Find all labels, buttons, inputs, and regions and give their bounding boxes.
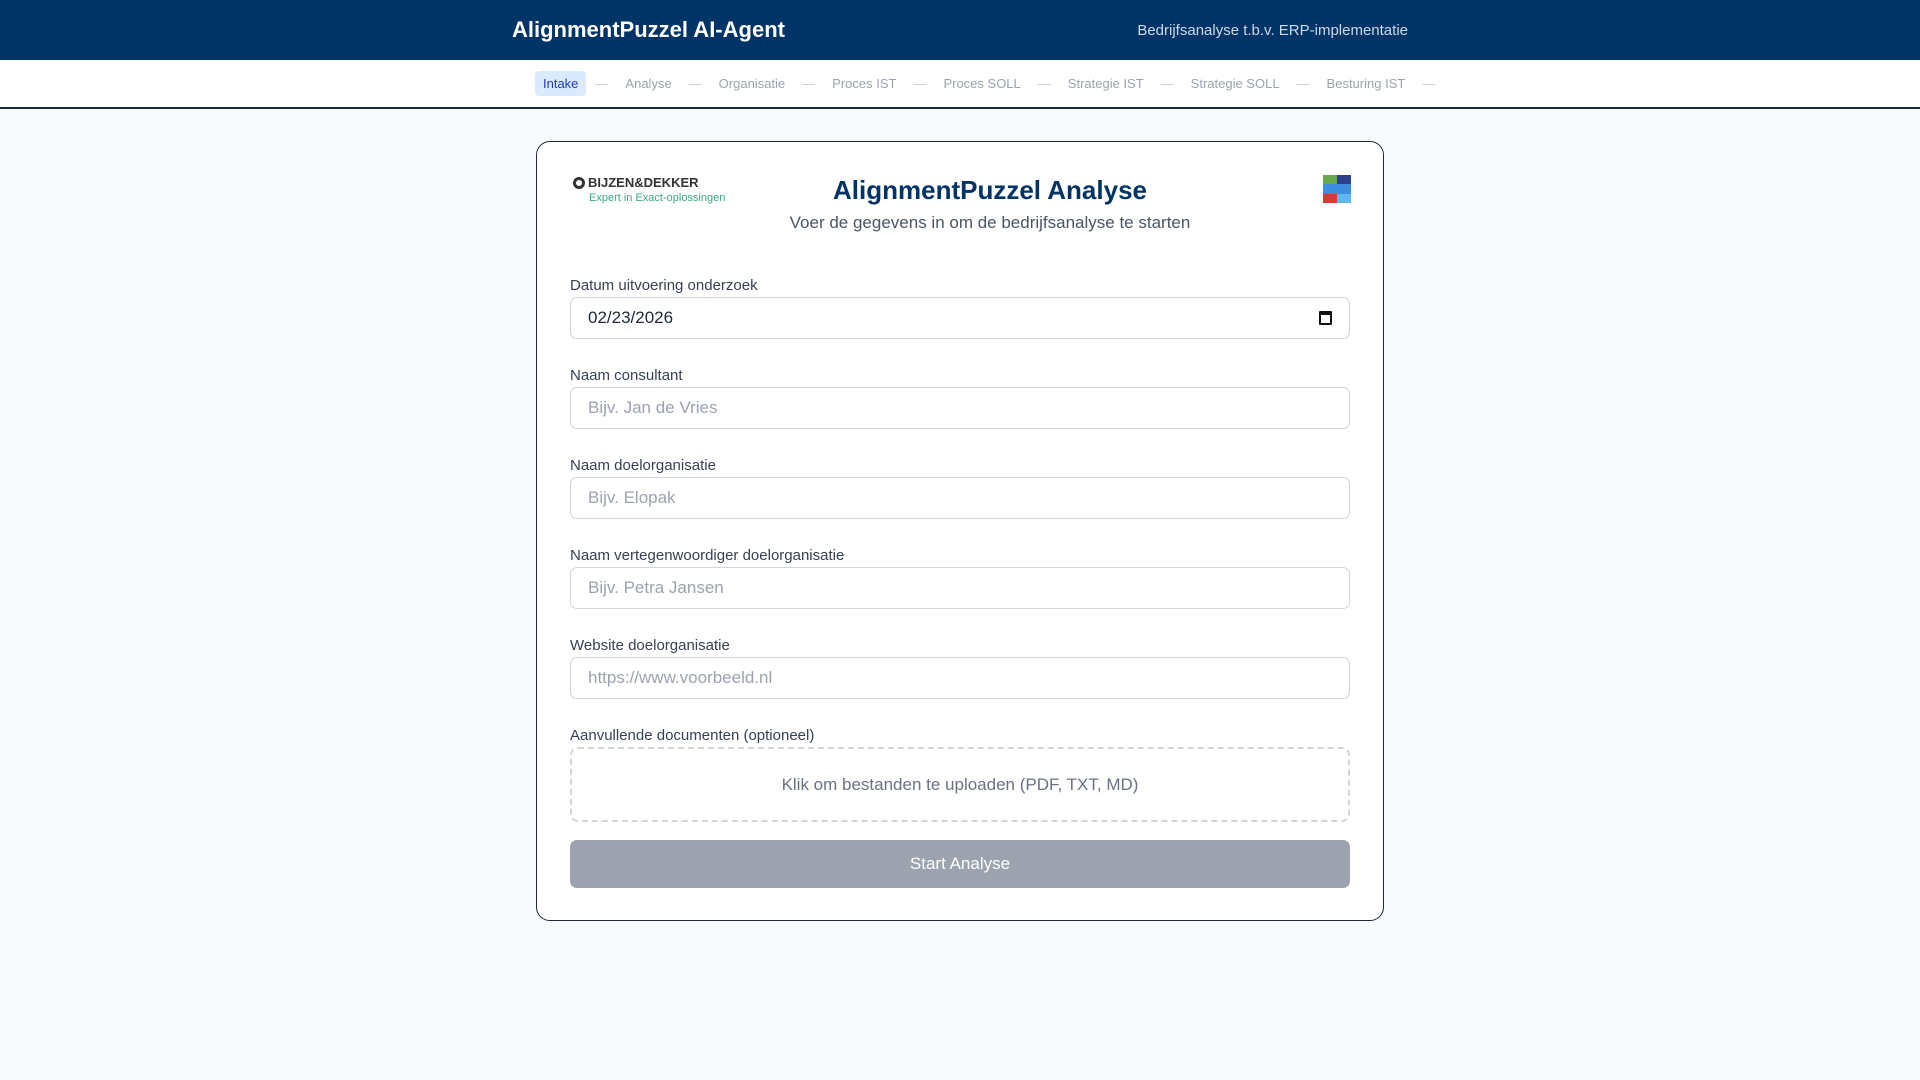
calendar-icon[interactable] — [1319, 311, 1332, 325]
file-upload-dropzone[interactable]: Klik om bestanden te uploaden (PDF, TXT,… — [570, 747, 1350, 822]
step-separator: — — [802, 76, 816, 91]
step-proces-soll[interactable]: Proces SOLL — [935, 71, 1028, 96]
step-analyse[interactable]: Analyse — [617, 71, 679, 96]
consultant-label: Naam consultant — [570, 367, 683, 384]
organisation-field: Naam doelorganisatie Bijv. Elopak — [570, 457, 1350, 519]
app-title: AlignmentPuzzel AI-Agent — [512, 17, 785, 42]
step-strategie-soll[interactable]: Strategie SOLL — [1183, 71, 1288, 96]
website-field: Website doelorganisatie https://www.voor… — [570, 637, 1350, 699]
step-separator: — — [1422, 76, 1436, 91]
organisation-input[interactable]: Bijv. Elopak — [570, 477, 1350, 519]
representative-label: Naam vertegenwoordiger doelorganisatie — [570, 547, 845, 564]
progress-stepper: Intake — Analyse — Organisatie — Proces IST… — [0, 60, 1920, 109]
step-separator: — — [1160, 76, 1174, 91]
step-intake[interactable]: Intake — [535, 71, 587, 96]
website-label: Website doelorganisatie — [570, 637, 730, 654]
representative-input[interactable]: Bijv. Petra Jansen — [570, 567, 1350, 609]
step-separator: — — [688, 76, 702, 91]
consultant-input[interactable]: Bijv. Jan de Vries — [570, 387, 1350, 429]
upload-field: Aanvullende documenten (optioneel) Klik … — [570, 727, 1350, 822]
app-header: AlignmentPuzzel AI-Agent Bedrijfsanalyse… — [0, 0, 1920, 60]
date-input[interactable]: 02/23/2026 — [570, 297, 1350, 339]
representative-field: Naam vertegenwoordiger doelorganisatie B… — [570, 547, 1350, 609]
date-label: Datum uitvoering onderzoek — [570, 277, 758, 294]
step-separator: — — [1296, 76, 1310, 91]
step-separator: — — [913, 76, 927, 91]
step-strategie-ist[interactable]: Strategie IST — [1060, 71, 1152, 96]
form-title: AlignmentPuzzel Analyse — [833, 175, 1147, 205]
step-separator: — — [1037, 76, 1051, 91]
date-field: Datum uitvoering onderzoek 02/23/2026 — [570, 277, 1350, 339]
step-besturing-ist[interactable]: Besturing IST — [1319, 71, 1414, 96]
form-subtitle: Voer de gegevens in om de bedrijfsanalys… — [789, 213, 1191, 232]
puzzle-icon — [1323, 175, 1351, 203]
date-value: 02/23/2026 — [588, 308, 674, 327]
start-analyse-button[interactable]: Start Analyse — [570, 840, 1350, 888]
intake-form-card: BIJZEN&DEKKER Expert in Exact-oplossinge… — [536, 141, 1384, 921]
app-subtitle: Bedrijfsanalyse t.b.v. ERP-implementatie — [1137, 21, 1408, 39]
website-input[interactable]: https://www.voorbeeld.nl — [570, 657, 1350, 699]
consultant-field: Naam consultant Bijv. Jan de Vries — [570, 367, 1350, 429]
step-organisatie[interactable]: Organisatie — [711, 71, 793, 96]
step-proces-ist[interactable]: Proces IST — [824, 71, 904, 96]
organisation-label: Naam doelorganisatie — [570, 457, 716, 474]
upload-label: Aanvullende documenten (optioneel) — [570, 727, 815, 744]
step-separator: — — [595, 76, 609, 91]
